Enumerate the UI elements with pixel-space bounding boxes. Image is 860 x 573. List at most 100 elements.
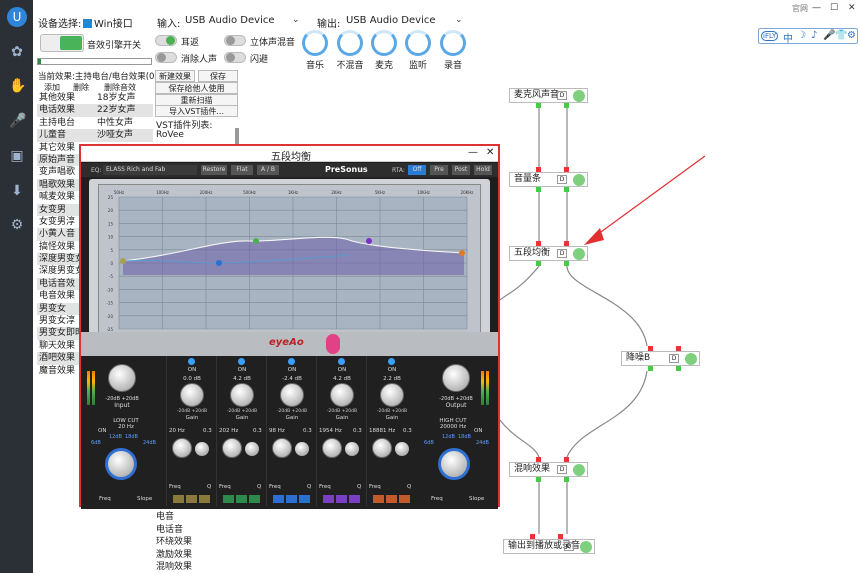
band-shape-button[interactable]: [173, 495, 184, 503]
node-status-icon[interactable]: [573, 90, 585, 102]
input-port[interactable]: [536, 457, 541, 462]
band-on-indicator[interactable]: [288, 358, 295, 365]
new-effect-button[interactable]: 新建效果: [155, 70, 195, 82]
mic-small-icon[interactable]: 🎤: [823, 30, 835, 41]
band-shape-button[interactable]: [273, 495, 284, 503]
output-device-select[interactable]: USB Audio Device: [346, 15, 436, 26]
effect-preset-label[interactable]: 18岁女声: [97, 92, 135, 104]
input-port[interactable]: [676, 346, 681, 351]
output-port[interactable]: [536, 477, 541, 482]
vst-scrollbar[interactable]: [235, 128, 239, 144]
effect-list-item[interactable]: 主持电台 中性女声: [37, 117, 153, 129]
node-mic[interactable]: 麦克风声音 D: [509, 88, 588, 103]
download-icon[interactable]: ⬇: [9, 183, 25, 199]
node-settings-button[interactable]: D: [557, 465, 567, 474]
settings-icon[interactable]: ⚙: [9, 217, 25, 233]
eq-close-button[interactable]: ✕: [486, 147, 494, 158]
output-port[interactable]: [536, 187, 541, 192]
output-port[interactable]: [564, 103, 569, 108]
output-port[interactable]: [564, 261, 569, 266]
record-knob[interactable]: [440, 30, 466, 56]
band-freq-knob[interactable]: [322, 438, 342, 458]
band-shape-button[interactable]: [186, 495, 197, 503]
band-shape-button[interactable]: [349, 495, 360, 503]
ab-button[interactable]: A / B: [257, 165, 279, 175]
win-interface-select[interactable]: Win接口: [83, 15, 133, 30]
moon-icon[interactable]: ☽: [797, 30, 806, 41]
chevron-down-icon[interactable]: ⌄: [455, 15, 463, 25]
chevron-down-icon[interactable]: ⌄: [292, 15, 300, 25]
music-note-icon[interactable]: ♪: [811, 30, 817, 41]
output-port[interactable]: [564, 187, 569, 192]
output-port[interactable]: [676, 366, 681, 371]
band-shape-button[interactable]: [373, 495, 384, 503]
node-settings-button[interactable]: D: [669, 354, 679, 363]
band-on-indicator[interactable]: [388, 358, 395, 365]
band-shape-button[interactable]: [249, 495, 260, 503]
band-shape-button[interactable]: [299, 495, 310, 503]
slope-option[interactable]: 6dB: [424, 440, 434, 446]
slope-option[interactable]: 18dB: [458, 434, 471, 440]
no-mix-knob[interactable]: [337, 30, 363, 56]
band-q-knob[interactable]: [395, 442, 409, 456]
band-freq-knob[interactable]: [172, 438, 192, 458]
band-shape-button[interactable]: [286, 495, 297, 503]
band-freq-knob[interactable]: [222, 438, 242, 458]
node-status-icon[interactable]: [573, 464, 585, 476]
gear-icon[interactable]: ⚙: [847, 30, 856, 41]
slope-option[interactable]: 12dB: [442, 434, 455, 440]
save-button[interactable]: 保存: [198, 70, 238, 82]
minimize-button[interactable]: —: [812, 3, 821, 13]
sublist-item[interactable]: 环绕效果: [156, 534, 236, 547]
band-q-knob[interactable]: [245, 442, 259, 456]
rta-off-button[interactable]: Off: [408, 165, 426, 175]
node-status-icon[interactable]: [685, 353, 697, 365]
effect-list-item[interactable]: 儿童音 沙哑女声: [37, 129, 153, 142]
low-cut-knob[interactable]: [105, 448, 137, 480]
save-for-others-button[interactable]: 保存给他人使用: [155, 82, 238, 94]
engine-switch[interactable]: [40, 34, 84, 52]
restore-button[interactable]: Restore: [201, 165, 227, 175]
output-port[interactable]: [648, 366, 653, 371]
bag-icon[interactable]: ▣: [9, 148, 25, 164]
band-shape-button[interactable]: [199, 495, 210, 503]
flat-button[interactable]: Flat: [231, 165, 253, 175]
band-q-knob[interactable]: [195, 442, 209, 456]
band-on-indicator[interactable]: [338, 358, 345, 365]
rta-hold-button[interactable]: Hold: [474, 165, 492, 175]
vst-item[interactable]: RoVee: [156, 130, 184, 140]
node-settings-button[interactable]: D: [564, 542, 574, 551]
effects-icon[interactable]: ✿: [9, 44, 25, 60]
input-port[interactable]: [564, 457, 569, 462]
sublist-item[interactable]: 混响效果: [156, 559, 236, 572]
band-q-knob[interactable]: [295, 442, 309, 456]
output-gain-knob[interactable]: [442, 364, 470, 392]
music-volume-knob[interactable]: [302, 30, 328, 56]
input-port[interactable]: [564, 167, 569, 172]
sublist-item[interactable]: 电话音: [156, 522, 236, 535]
node-settings-button[interactable]: D: [557, 249, 567, 258]
slope-option[interactable]: 24dB: [476, 440, 489, 446]
high-cut-knob[interactable]: [438, 448, 470, 480]
monitor-knob[interactable]: [405, 30, 431, 56]
node-out[interactable]: 输出到播放或录音 D: [503, 539, 595, 554]
slope-option[interactable]: 24dB: [143, 440, 156, 446]
band-shape-button[interactable]: [323, 495, 334, 503]
ifly-badge[interactable]: iFLY: [761, 31, 779, 41]
close-button[interactable]: ✕: [848, 3, 856, 13]
band-gain-knob[interactable]: [280, 383, 304, 407]
sublist-item[interactable]: 激励效果: [156, 547, 236, 560]
input-port[interactable]: [564, 241, 569, 246]
slope-option[interactable]: 18dB: [125, 434, 138, 440]
eq-preset-select[interactable]: ELASS Rich and Fab: [103, 165, 197, 175]
band-shape-button[interactable]: [399, 495, 410, 503]
input-device-select[interactable]: USB Audio Device: [185, 15, 275, 26]
input-port[interactable]: [536, 167, 541, 172]
band-on-indicator[interactable]: [238, 358, 245, 365]
node-status-icon[interactable]: [580, 541, 592, 553]
sublist-item[interactable]: 电音: [156, 509, 236, 522]
ducking-toggle[interactable]: [224, 52, 246, 63]
effect-preset-label[interactable]: 22岁女声: [97, 104, 135, 116]
node-eq[interactable]: 五段均衡 D: [509, 246, 588, 261]
website-link[interactable]: 官网: [792, 3, 808, 14]
